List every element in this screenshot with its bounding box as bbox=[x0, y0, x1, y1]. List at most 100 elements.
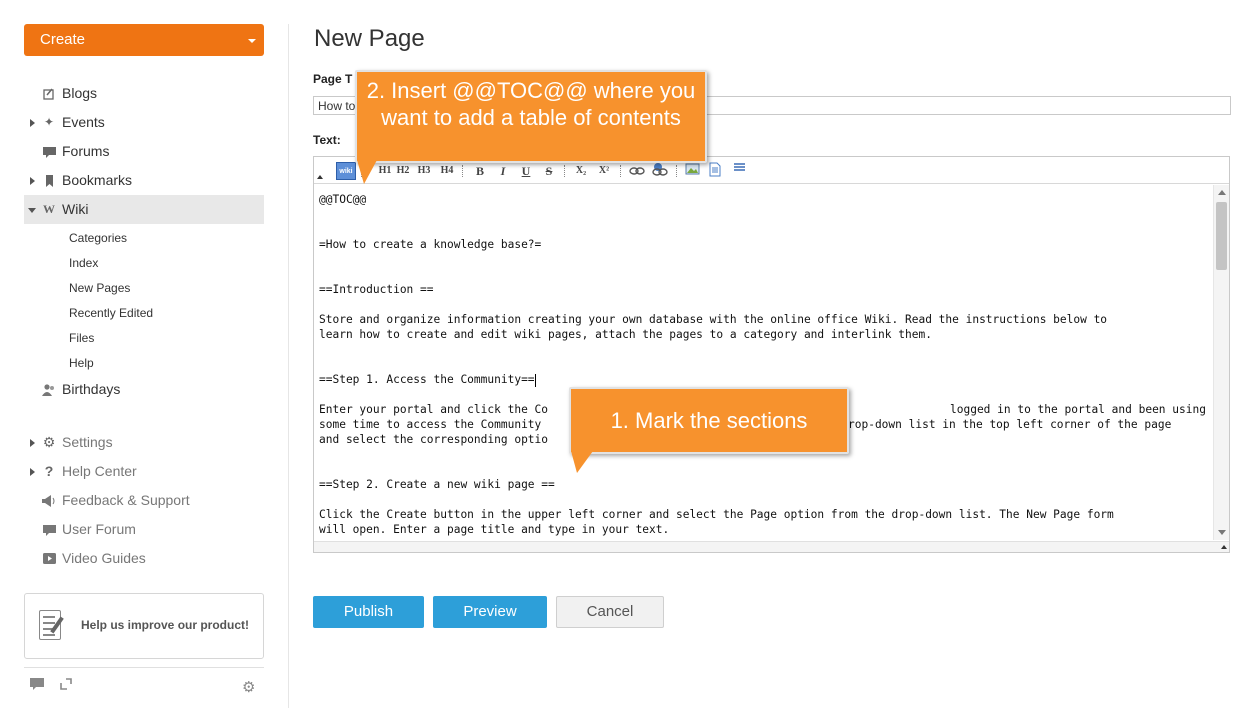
sidebar-item-forums[interactable]: Forums bbox=[24, 137, 264, 166]
sidebar-subitem-new-pages[interactable]: New Pages bbox=[69, 278, 130, 298]
chevron-right-icon[interactable] bbox=[30, 468, 35, 476]
h3-button[interactable]: H3 bbox=[417, 162, 431, 180]
question-icon: ? bbox=[44, 463, 54, 479]
create-button[interactable]: Create bbox=[24, 24, 264, 56]
superscript-button[interactable]: X² bbox=[596, 162, 612, 180]
external-link-icon[interactable] bbox=[652, 162, 668, 180]
sidebar-item-feedback[interactable]: Feedback & Support bbox=[24, 486, 264, 515]
callout-pointer bbox=[571, 451, 593, 473]
gear-icon[interactable]: ⚙ bbox=[242, 678, 255, 696]
sidebar-item-label: Video Guides bbox=[62, 550, 146, 566]
toolbar-separator bbox=[564, 165, 565, 177]
chat-icon[interactable] bbox=[30, 678, 44, 693]
editor-line: rop-down list in the top left corner of … bbox=[848, 418, 1172, 431]
chevron-right-icon[interactable] bbox=[30, 177, 35, 185]
sidebar-item-birthdays[interactable]: Birthdays bbox=[24, 375, 264, 404]
page-title-label: Page T bbox=[313, 72, 353, 86]
toolbar-separator bbox=[462, 165, 463, 177]
sidebar-item-user-forum[interactable]: User Forum bbox=[24, 515, 264, 544]
create-button-label: Create bbox=[40, 31, 86, 48]
wiki-mode-button[interactable]: wiki bbox=[336, 162, 356, 180]
strikethrough-button[interactable]: S bbox=[543, 162, 555, 180]
toolbar-separator bbox=[620, 165, 621, 177]
publish-button[interactable]: Publish bbox=[313, 596, 424, 628]
editor-line: and select the corresponding optio bbox=[319, 433, 549, 446]
chevron-down-icon[interactable] bbox=[28, 208, 36, 213]
sidebar-item-label: Blogs bbox=[62, 85, 98, 101]
wiki-icon: W bbox=[43, 202, 55, 216]
subscript-button[interactable]: X₂ bbox=[573, 162, 589, 180]
sidebar-item-label: Events bbox=[62, 114, 105, 130]
editor-line: ==Step 1. Access the Community== bbox=[319, 373, 535, 386]
sidebar-subitem-files[interactable]: Files bbox=[69, 328, 94, 348]
editor-line: @@TOC@@ bbox=[319, 193, 367, 206]
chevron-right-icon[interactable] bbox=[30, 119, 35, 127]
wiki-text-area[interactable]: @@TOC@@ =How to create a knowledge base?… bbox=[314, 185, 1212, 540]
preview-button[interactable]: Preview bbox=[433, 596, 547, 628]
sidebar-subitem-help[interactable]: Help bbox=[69, 353, 94, 373]
sidebar-divider bbox=[24, 667, 264, 668]
column-divider bbox=[288, 24, 289, 708]
sidebar-item-label: Birthdays bbox=[62, 381, 121, 397]
editor-line: will open. Enter a page title and type i… bbox=[319, 523, 670, 536]
bold-button[interactable]: B bbox=[474, 162, 486, 180]
sidebar-subitem-recently-edited[interactable]: Recently Edited bbox=[69, 303, 153, 323]
sidebar-item-bookmarks[interactable]: Bookmarks bbox=[24, 166, 264, 195]
improve-product-text: Help us improve our product! bbox=[81, 618, 250, 632]
resize-grip-icon[interactable] bbox=[1221, 545, 1227, 549]
table-of-contents-icon[interactable] bbox=[731, 162, 747, 180]
editor-line: ==Step 2. Create a new wiki page == bbox=[319, 478, 555, 491]
toolbar-separator bbox=[676, 165, 677, 177]
callout-pointer bbox=[357, 160, 377, 184]
sidebar-item-label: Forums bbox=[62, 143, 110, 159]
sidebar-item-help-center[interactable]: ? Help Center bbox=[24, 457, 264, 486]
sidebar-item-blogs[interactable]: Blogs bbox=[24, 79, 264, 108]
sidebar-item-video-guides[interactable]: Video Guides bbox=[24, 544, 264, 573]
chevron-down-icon[interactable] bbox=[248, 39, 256, 43]
editor-scrollbar[interactable] bbox=[1213, 185, 1229, 540]
underline-button[interactable]: U bbox=[520, 162, 532, 180]
editor-line: Store and organize information creating … bbox=[319, 313, 1108, 326]
collapse-toolbar-icon[interactable] bbox=[317, 175, 323, 179]
events-icon: ✦ bbox=[43, 115, 55, 129]
editor-line-with-caret: ==Step 1. Access the Community== bbox=[319, 372, 536, 387]
mark-sections-callout: 1. Mark the sections bbox=[569, 387, 849, 454]
editor-line: ==Introduction == bbox=[319, 283, 434, 296]
editor-line: learn how to create and edit wiki pages,… bbox=[319, 328, 932, 341]
page-title: New Page bbox=[314, 25, 425, 52]
sidebar-item-wiki[interactable]: W Wiki bbox=[24, 195, 264, 224]
editor-line: logged in to the portal and been using i… bbox=[950, 403, 1206, 416]
blog-icon bbox=[41, 79, 57, 111]
sidebar-item-label: Help Center bbox=[62, 463, 137, 479]
sidebar-item-label: Wiki bbox=[62, 201, 89, 217]
sidebar-item-label: Bookmarks bbox=[62, 172, 133, 188]
chevron-right-icon[interactable] bbox=[30, 439, 35, 447]
gear-icon: ⚙ bbox=[42, 434, 56, 450]
sidebar-subitem-categories[interactable]: Categories bbox=[69, 228, 127, 248]
sidebar-item-settings[interactable]: ⚙ Settings bbox=[24, 428, 264, 457]
sidebar-subitem-index[interactable]: Index bbox=[69, 253, 98, 273]
italic-button[interactable]: I bbox=[497, 162, 509, 180]
forums-icon bbox=[41, 137, 57, 169]
text-caret bbox=[534, 373, 536, 387]
megaphone-icon bbox=[41, 486, 57, 518]
sidebar: Create Blogs ✦ Events Forums Bookmarks W… bbox=[24, 24, 264, 708]
expand-icon[interactable] bbox=[60, 678, 72, 693]
link-icon[interactable] bbox=[629, 162, 645, 180]
improve-product-banner[interactable]: Help us improve our product! bbox=[24, 593, 264, 659]
scroll-up-icon[interactable] bbox=[1218, 190, 1226, 195]
document-icon[interactable] bbox=[707, 162, 723, 180]
h2-button[interactable]: H2 bbox=[396, 162, 410, 180]
sidebar-item-label: Settings bbox=[62, 434, 113, 450]
scroll-down-icon[interactable] bbox=[1218, 530, 1226, 535]
image-icon[interactable] bbox=[684, 162, 700, 180]
editor-footer bbox=[314, 541, 1229, 552]
h4-button[interactable]: H4 bbox=[440, 162, 454, 180]
play-icon bbox=[41, 544, 57, 575]
text-label: Text: bbox=[313, 133, 341, 147]
birthdays-icon bbox=[41, 375, 57, 407]
cancel-button[interactable]: Cancel bbox=[556, 596, 664, 628]
sidebar-item-events[interactable]: ✦ Events bbox=[24, 108, 264, 137]
scrollbar-thumb[interactable] bbox=[1216, 202, 1227, 270]
bookmark-icon bbox=[41, 166, 57, 198]
